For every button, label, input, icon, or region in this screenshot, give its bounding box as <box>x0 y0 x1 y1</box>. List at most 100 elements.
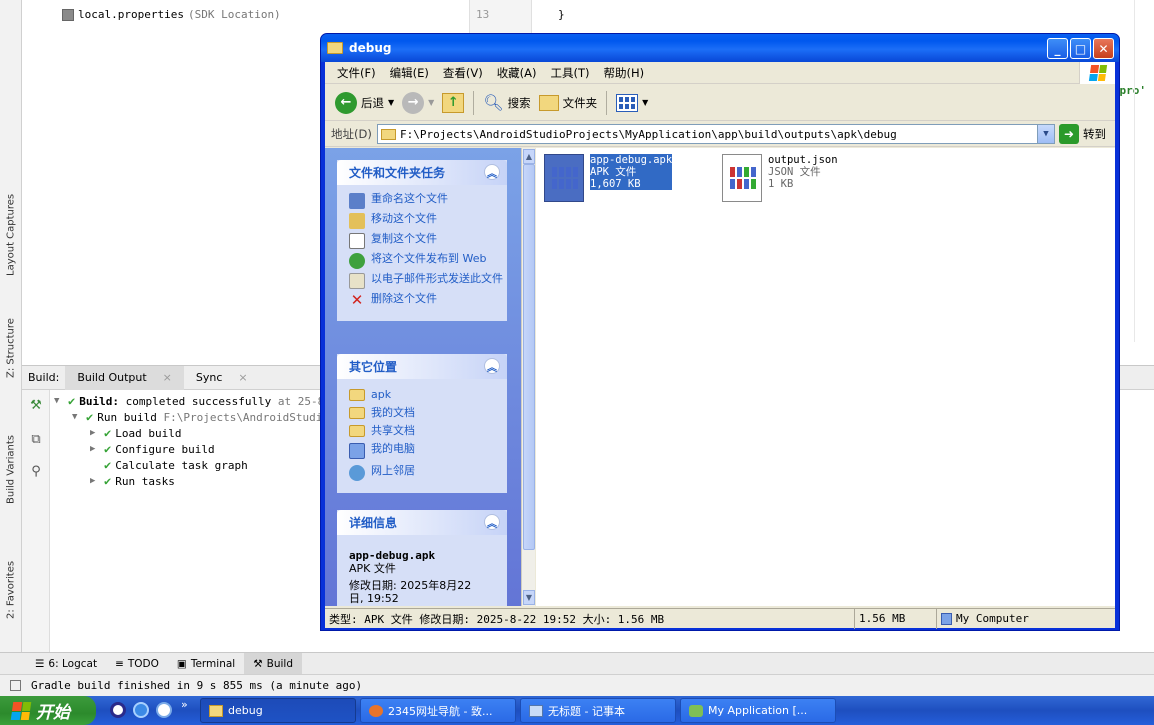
tab-sync[interactable]: Sync × <box>184 371 260 384</box>
place-apk-label: apk <box>371 388 392 401</box>
other-places-header[interactable]: 其它位置 ︽ <box>337 354 507 379</box>
tree-build-label: Build: <box>79 394 119 408</box>
place-network[interactable]: 网上邻居 <box>349 465 507 481</box>
maximize-button[interactable]: □ <box>1070 38 1091 59</box>
tab-layout-captures[interactable]: Layout Captures <box>1 180 21 290</box>
project-file-name: local.properties <box>78 8 184 21</box>
folders-button[interactable]: 文件夹 <box>535 88 602 118</box>
views-button[interactable]: ▼ <box>612 88 652 118</box>
tab-build-variants[interactable]: Build Variants <box>1 420 21 520</box>
properties-file-icon <box>62 8 74 21</box>
tab-structure[interactable]: Z: Structure <box>1 308 21 388</box>
tree-row-configure-build[interactable]: ▶ ✔ Configure build <box>90 442 215 456</box>
scroll-down-icon[interactable]: ▼ <box>523 590 535 605</box>
file-item[interactable]: output.json JSON 文件 1 KB <box>722 154 838 202</box>
expanded-icon[interactable]: ▼ <box>54 396 64 406</box>
task-move[interactable]: 移动这个文件 <box>349 213 507 229</box>
internet-explorer-icon[interactable] <box>133 702 149 718</box>
menu-favorites[interactable]: 收藏(A) <box>491 63 543 83</box>
firefox-icon <box>369 704 383 717</box>
expanded-icon[interactable]: ▼ <box>72 412 82 422</box>
task-copy[interactable]: 复制这个文件 <box>349 233 507 249</box>
tab-build-output[interactable]: Build Output × <box>65 365 184 390</box>
menu-bar: 文件(F) 编辑(E) 查看(V) 收藏(A) 工具(T) 帮助(H) <box>325 62 1115 84</box>
minimize-button[interactable]: _ <box>1047 38 1068 59</box>
place-shared-documents[interactable]: 共享文档 <box>349 425 507 437</box>
collapsed-icon[interactable]: ▶ <box>90 444 100 454</box>
task-email[interactable]: 以电子邮件形式发送此文件 <box>349 273 507 289</box>
check-icon: ✔ <box>104 442 112 456</box>
address-dropdown-button[interactable]: ▼ <box>1037 125 1054 143</box>
close-button[interactable]: ✕ <box>1093 38 1114 59</box>
tree-row-run-build[interactable]: ▼ ✔ Run build F:\Projects\AndroidStudioP <box>72 410 336 424</box>
menu-help[interactable]: 帮助(H) <box>598 63 651 83</box>
collapsed-icon[interactable]: ▶ <box>90 428 100 438</box>
tree-row-build[interactable]: ▼ ✔ Build: completed successfully at 25-8… <box>54 394 338 408</box>
forward-arrow-icon: → <box>402 91 425 114</box>
menu-view[interactable]: 查看(V) <box>437 63 489 83</box>
file-list[interactable]: app-debug.apk APK 文件 1,607 KB output.jso… <box>536 148 1115 606</box>
tab-build[interactable]: ⚒ Build <box>244 652 302 675</box>
file-item[interactable]: app-debug.apk APK 文件 1,607 KB <box>544 154 673 202</box>
task-publish-label: 将这个文件发布到 Web <box>371 252 487 265</box>
collapse-icon[interactable]: ︽ <box>484 358 500 374</box>
start-button[interactable]: 开始 <box>0 696 96 725</box>
status-zone-label: My Computer <box>956 612 1029 625</box>
place-my-computer[interactable]: 我的电脑 <box>349 443 507 459</box>
taskbar-item-debug[interactable]: debug <box>200 698 356 723</box>
tab-terminal[interactable]: ▣ Terminal <box>168 653 244 675</box>
search-button[interactable]: 🔍︎ 搜索 <box>479 88 534 118</box>
collapsed-icon[interactable]: ▶ <box>90 476 100 486</box>
go-button[interactable]: ➜ 转到 <box>1059 124 1106 144</box>
menu-file[interactable]: 文件(F) <box>331 63 382 83</box>
tab-logcat[interactable]: ☰ 6: Logcat <box>26 653 106 675</box>
scroll-thumb[interactable] <box>523 164 535 550</box>
address-input[interactable]: F:\Projects\AndroidStudioProjects\MyAppl… <box>377 124 1055 144</box>
check-icon: ✔ <box>86 410 94 424</box>
media-player-icon[interactable] <box>110 702 126 718</box>
pin-icon[interactable]: ⚲ <box>28 464 44 480</box>
go-label: 转到 <box>1083 127 1106 141</box>
tree-calculate-label: Calculate task graph <box>115 458 248 472</box>
close-icon[interactable]: × <box>157 371 178 384</box>
dropdown-arrow-icon[interactable]: ▼ <box>642 98 648 107</box>
taskbar-item-browser[interactable]: 2345网址导航 - 致... <box>360 698 516 723</box>
dropdown-arrow-icon[interactable]: ▼ <box>428 98 434 107</box>
close-icon[interactable]: × <box>232 371 253 384</box>
file-tasks-header[interactable]: 文件和文件夹任务 ︽ <box>337 160 507 185</box>
tree-row-load-build[interactable]: ▶ ✔ Load build <box>90 426 181 440</box>
task-publish-web[interactable]: 将这个文件发布到 Web <box>349 253 507 269</box>
details-header[interactable]: 详细信息 ︽ <box>337 510 507 535</box>
hammer-icon[interactable]: ⚒ <box>28 398 44 414</box>
dropdown-arrow-icon[interactable]: ▼ <box>388 98 394 107</box>
taskbar-item-notepad[interactable]: 无标题 - 记事本 <box>520 698 676 723</box>
tree-row-run-tasks[interactable]: ▶ ✔ Run tasks <box>90 474 175 488</box>
task-pane-scrollbar[interactable]: ▲ ▼ <box>521 148 535 606</box>
tab-favorites[interactable]: 2: Favorites <box>1 545 21 635</box>
window-titlebar[interactable]: debug _ □ ✕ <box>321 34 1119 62</box>
project-file-row[interactable]: local.properties (SDK Location) <box>62 8 281 21</box>
file-type: APK 文件 <box>590 166 637 178</box>
task-delete[interactable]: ✕ 删除这个文件 <box>349 293 507 309</box>
menu-edit[interactable]: 编辑(E) <box>384 63 435 83</box>
up-button[interactable]: ↑ <box>438 88 468 118</box>
collapse-icon[interactable]: ︽ <box>484 514 500 530</box>
code-line: } <box>558 8 565 21</box>
quicklaunch-more-icon[interactable]: » <box>181 698 188 711</box>
collapse-icon[interactable]: ︽ <box>484 164 500 180</box>
globe-icon <box>349 253 365 269</box>
scroll-up-icon[interactable]: ▲ <box>523 149 535 164</box>
task-rename[interactable]: 重命名这个文件 <box>349 193 507 209</box>
place-apk[interactable]: apk <box>349 389 507 401</box>
tab-todo[interactable]: ≡ TODO <box>106 653 168 675</box>
browser-icon[interactable] <box>156 702 172 718</box>
status-toggle-icon[interactable] <box>10 680 21 691</box>
toggle-view-icon[interactable]: ⧉ <box>28 432 44 448</box>
menu-tools[interactable]: 工具(T) <box>545 63 596 83</box>
tree-row-calculate-task-graph[interactable]: ✔ Calculate task graph <box>90 458 248 472</box>
forward-button[interactable]: → ▼ <box>398 88 438 118</box>
taskbar-item-android-studio[interactable]: My Application [... <box>680 698 836 723</box>
place-my-documents[interactable]: 我的文档 <box>349 407 507 419</box>
window-client: 文件(F) 编辑(E) 查看(V) 收藏(A) 工具(T) 帮助(H) ← 后退… <box>325 62 1115 629</box>
back-button[interactable]: ← 后退 ▼ <box>331 88 398 118</box>
